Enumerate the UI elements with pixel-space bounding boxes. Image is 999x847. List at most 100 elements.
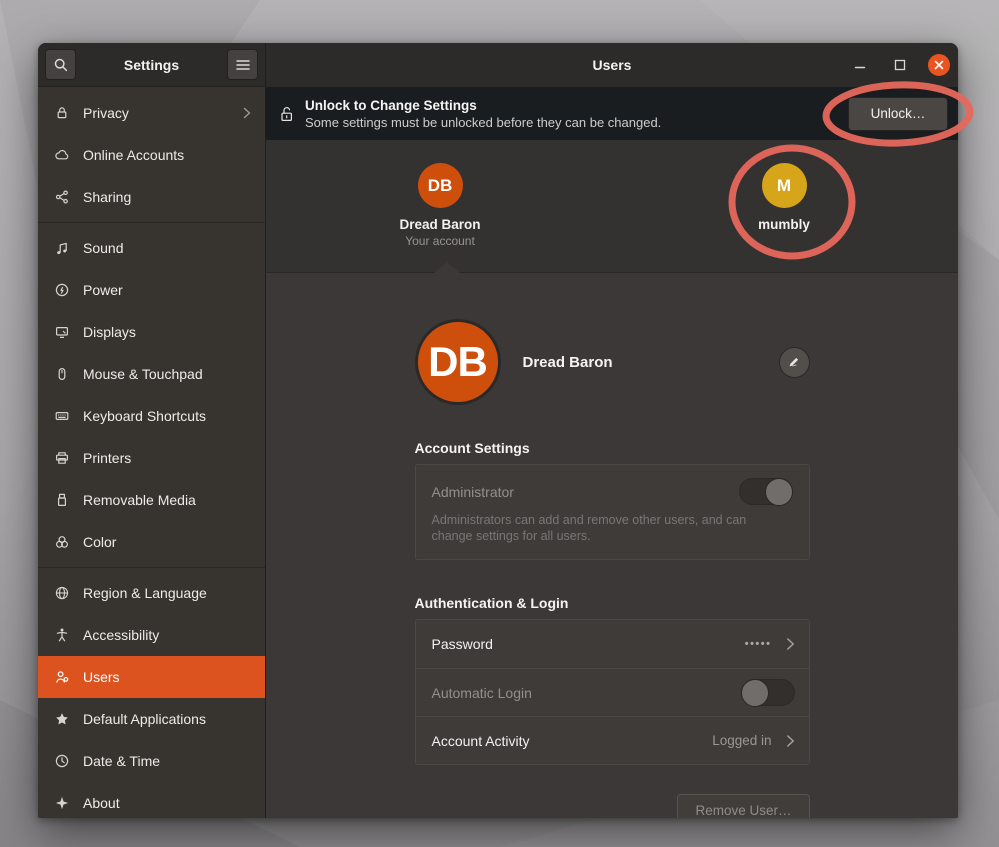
sidebar-item-online-accounts[interactable]: Online Accounts <box>38 134 265 176</box>
password-row[interactable]: Password ••••• <box>416 620 809 668</box>
user-subtitle: Your account <box>375 234 505 248</box>
color-circles-icon <box>54 534 70 550</box>
sidebar-item-default-applications[interactable]: Default Applications <box>38 698 265 740</box>
display-icon <box>54 324 70 340</box>
sidebar-item-label: Users <box>83 669 251 685</box>
banner-text: Unlock to Change Settings Some settings … <box>305 98 848 130</box>
lock-icon <box>54 105 70 121</box>
toggle-knob <box>741 679 769 707</box>
password-label: Password <box>432 636 493 652</box>
sidebar-header: Settings <box>38 43 265 87</box>
sidebar: Settings Privacy Online Accounts Sharing <box>38 43 266 818</box>
minimize-button[interactable] <box>848 53 872 77</box>
administrator-label: Administrator <box>432 484 514 500</box>
banner-subtitle: Some settings must be unlocked before th… <box>305 115 848 130</box>
sidebar-item-label: Removable Media <box>83 492 251 508</box>
page-title: Users <box>593 57 632 73</box>
sidebar-item-label: Sound <box>83 240 251 256</box>
user-detail-panel: DB Dread Baron Account Settings Administ… <box>266 273 958 818</box>
administrator-toggle[interactable] <box>739 478 793 505</box>
accessibility-person-icon <box>54 627 70 643</box>
user-selector-strip: DB Dread Baron Your account M mumbly <box>266 140 958 273</box>
sidebar-item-printers[interactable]: Printers <box>38 437 265 479</box>
chevron-right-icon <box>786 734 795 748</box>
sidebar-item-power[interactable]: Power <box>38 269 265 311</box>
main-pane: Users Unlock to Change Settings Some set… <box>266 43 958 818</box>
sidebar-separator <box>38 567 265 568</box>
sidebar-item-label: Date & Time <box>83 753 251 769</box>
sparkle-icon <box>54 795 70 811</box>
sidebar-item-label: Power <box>83 282 251 298</box>
close-button[interactable] <box>928 54 950 76</box>
profile-name: Dread Baron <box>523 354 613 371</box>
automatic-login-toggle[interactable] <box>741 679 795 706</box>
auth-login-heading: Authentication & Login <box>415 595 810 611</box>
keyboard-icon <box>54 408 70 424</box>
maximize-icon <box>894 59 906 71</box>
sidebar-item-label: Keyboard Shortcuts <box>83 408 251 424</box>
sidebar-item-label: About <box>83 795 251 811</box>
user-cell-dread-baron[interactable]: DB Dread Baron Your account <box>375 140 505 272</box>
user-name: Dread Baron <box>375 217 505 232</box>
pencil-icon <box>787 355 801 369</box>
search-icon <box>53 57 69 73</box>
selected-user-caret <box>434 262 460 273</box>
users-icon <box>54 669 70 685</box>
globe-icon <box>54 585 70 601</box>
unlock-banner: Unlock to Change Settings Some settings … <box>266 87 958 140</box>
banner-title: Unlock to Change Settings <box>305 98 848 113</box>
sidebar-item-sharing[interactable]: Sharing <box>38 176 265 218</box>
cloud-icon <box>54 147 70 163</box>
sidebar-item-region-language[interactable]: Region & Language <box>38 572 265 614</box>
avatar-dread-baron: DB <box>418 163 463 208</box>
sidebar-item-label: Mouse & Touchpad <box>83 366 251 382</box>
menu-button[interactable] <box>227 49 258 80</box>
sidebar-item-label: Accessibility <box>83 627 251 643</box>
sidebar-separator <box>38 222 265 223</box>
sidebar-item-color[interactable]: Color <box>38 521 265 563</box>
unlock-button[interactable]: Unlock… <box>848 97 948 131</box>
mouse-icon <box>54 366 70 382</box>
profile-row: DB Dread Baron <box>415 319 810 405</box>
flash-drive-icon <box>54 492 70 508</box>
sidebar-item-accessibility[interactable]: Accessibility <box>38 614 265 656</box>
chevron-right-icon <box>243 107 251 119</box>
unlock-padlock-icon <box>279 105 294 123</box>
sidebar-item-mouse-touchpad[interactable]: Mouse & Touchpad <box>38 353 265 395</box>
sidebar-item-label: Displays <box>83 324 251 340</box>
chevron-right-icon <box>786 637 795 651</box>
user-name: mumbly <box>719 217 849 232</box>
sidebar-item-privacy[interactable]: Privacy <box>38 92 265 134</box>
password-dots: ••••• <box>745 638 772 650</box>
sidebar-item-keyboard-shortcuts[interactable]: Keyboard Shortcuts <box>38 395 265 437</box>
window-controls <box>848 43 950 87</box>
printer-icon <box>54 450 70 466</box>
sidebar-item-displays[interactable]: Displays <box>38 311 265 353</box>
sidebar-item-label: Sharing <box>83 189 251 205</box>
sidebar-item-label: Region & Language <box>83 585 251 601</box>
power-icon <box>54 282 70 298</box>
sidebar-item-about[interactable]: About <box>38 782 265 818</box>
star-icon <box>54 711 70 727</box>
maximize-button[interactable] <box>888 53 912 77</box>
sidebar-item-label: Color <box>83 534 251 550</box>
edit-name-button[interactable] <box>779 347 810 378</box>
account-activity-label: Account Activity <box>432 733 530 749</box>
sidebar-item-label: Default Applications <box>83 711 251 727</box>
sidebar-item-removable-media[interactable]: Removable Media <box>38 479 265 521</box>
sidebar-item-sound[interactable]: Sound <box>38 227 265 269</box>
sidebar-item-users[interactable]: Users <box>38 656 265 698</box>
user-cell-mumbly[interactable]: M mumbly <box>719 140 849 272</box>
share-icon <box>54 189 70 205</box>
sidebar-item-label: Privacy <box>83 105 243 121</box>
music-note-icon <box>54 240 70 256</box>
close-icon <box>934 60 944 70</box>
search-button[interactable] <box>45 49 76 80</box>
remove-user-button[interactable]: Remove User… <box>677 794 809 818</box>
account-activity-row[interactable]: Account Activity Logged in <box>416 716 809 764</box>
settings-window: Settings Privacy Online Accounts Sharing <box>38 43 958 818</box>
sidebar-list: Privacy Online Accounts Sharing Sound Po… <box>38 87 265 818</box>
profile-avatar[interactable]: DB <box>415 319 501 405</box>
administrator-description: Administrators can add and remove other … <box>432 513 762 544</box>
sidebar-item-date-time[interactable]: Date & Time <box>38 740 265 782</box>
